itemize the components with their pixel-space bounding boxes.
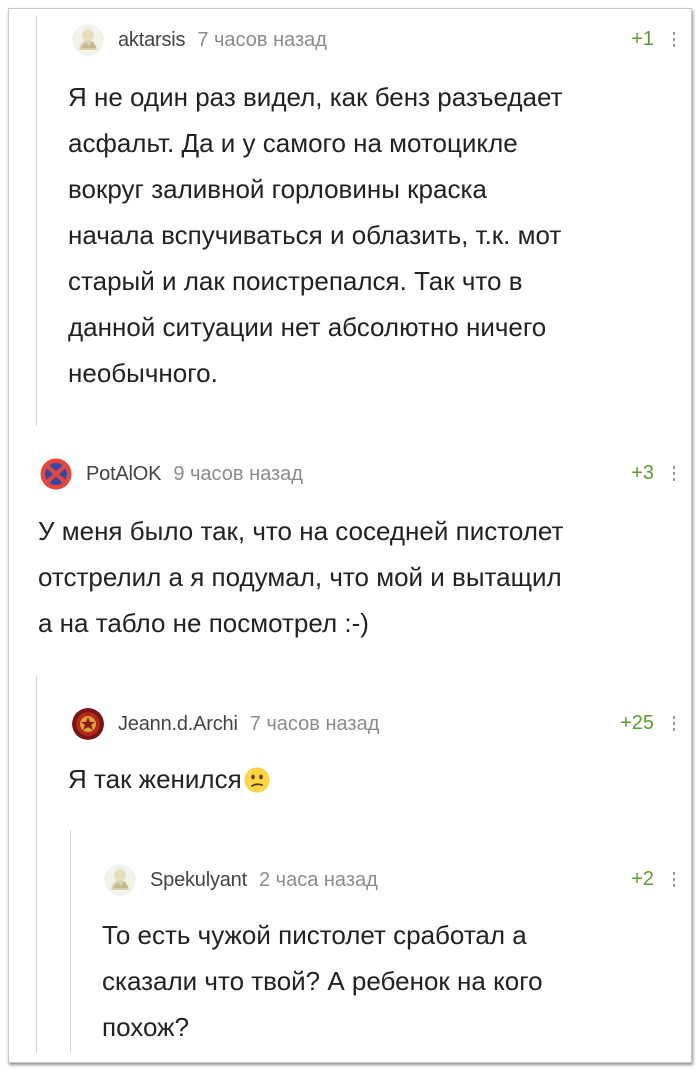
comment-rating[interactable]: +2 (631, 868, 654, 891)
comment-header: Spekulyant 2 часа назад (104, 864, 378, 896)
comment-text-line: начала вспучиваться и облазить, т.к. мот (68, 220, 562, 250)
comment-text: Я не один раз видел, как бенз разъедает … (68, 74, 563, 396)
comment-text-line: У меня было так, что на соседней пистоле… (38, 516, 564, 546)
no-entry-sign-icon[interactable] (40, 458, 72, 490)
comment-text-line: отстрелил а я подумал, что мой и вытащил (38, 562, 562, 592)
comment-rating[interactable]: +25 (620, 712, 654, 735)
more-options-icon[interactable] (672, 32, 676, 48)
comment-text-line: асфальт. Да и у самого на мотоцикле (68, 128, 518, 158)
comment-text-line: То есть чужой пистолет сработал а (102, 920, 527, 950)
comment-header: Jeann.d.Archi 7 часов назад (72, 708, 379, 740)
comment-time[interactable]: 7 часов назад (197, 29, 327, 52)
comment-username[interactable]: Jeann.d.Archi (118, 713, 238, 736)
comment-text-line: Я не один раз видел, как бенз разъедает (68, 82, 563, 112)
more-options-icon[interactable] (672, 716, 676, 732)
more-options-icon[interactable] (672, 466, 676, 482)
comment-text-line: а на табло не посмотрел :-) (38, 608, 369, 638)
emblem-avatar-icon[interactable] (72, 708, 104, 740)
comment-time[interactable]: 7 часов назад (250, 713, 380, 736)
comment-text-line: данной ситуации нет абсолютно ничего (68, 312, 547, 342)
confused-face-emoji (244, 761, 270, 807)
thread-line[interactable] (36, 16, 37, 426)
thread-line[interactable] (70, 830, 71, 1053)
comment-rating[interactable]: +1 (631, 28, 654, 51)
comment-header: aktarsis 7 часов назад (72, 24, 327, 56)
comment-text: То есть чужой пистолет сработал а сказал… (102, 912, 543, 1050)
default-avatar-icon[interactable] (72, 24, 104, 56)
comment-text-line: Я так женился (68, 756, 270, 807)
default-avatar-icon[interactable] (104, 864, 136, 896)
comment-text-line: вокруг заливной горловины краска (68, 174, 487, 204)
comment-text-line: необычного. (68, 358, 218, 388)
comment-username[interactable]: PotAlOK (86, 463, 162, 486)
comment-rating[interactable]: +3 (631, 462, 654, 485)
thread-line[interactable] (36, 676, 37, 1053)
comment-username[interactable]: Spekulyant (150, 869, 247, 892)
comment-time[interactable]: 2 часа назад (259, 869, 378, 892)
comment-text: Я так женился (68, 756, 270, 807)
comment-header: PotAlOK 9 часов назад (40, 458, 303, 490)
comment-text-line: старый и лак поистрепался. Так что в (68, 266, 523, 296)
comment-username[interactable]: aktarsis (118, 29, 186, 52)
comment-text-line: сказали что твой? А ребенок на кого (102, 966, 543, 996)
more-options-icon[interactable] (672, 872, 676, 888)
comment-text-line: похож? (102, 1012, 189, 1042)
comment-text: У меня было так, что на соседней пистоле… (38, 508, 563, 646)
comment-text-content: Я так женился (68, 764, 242, 794)
comment-time[interactable]: 9 часов назад (173, 463, 303, 486)
